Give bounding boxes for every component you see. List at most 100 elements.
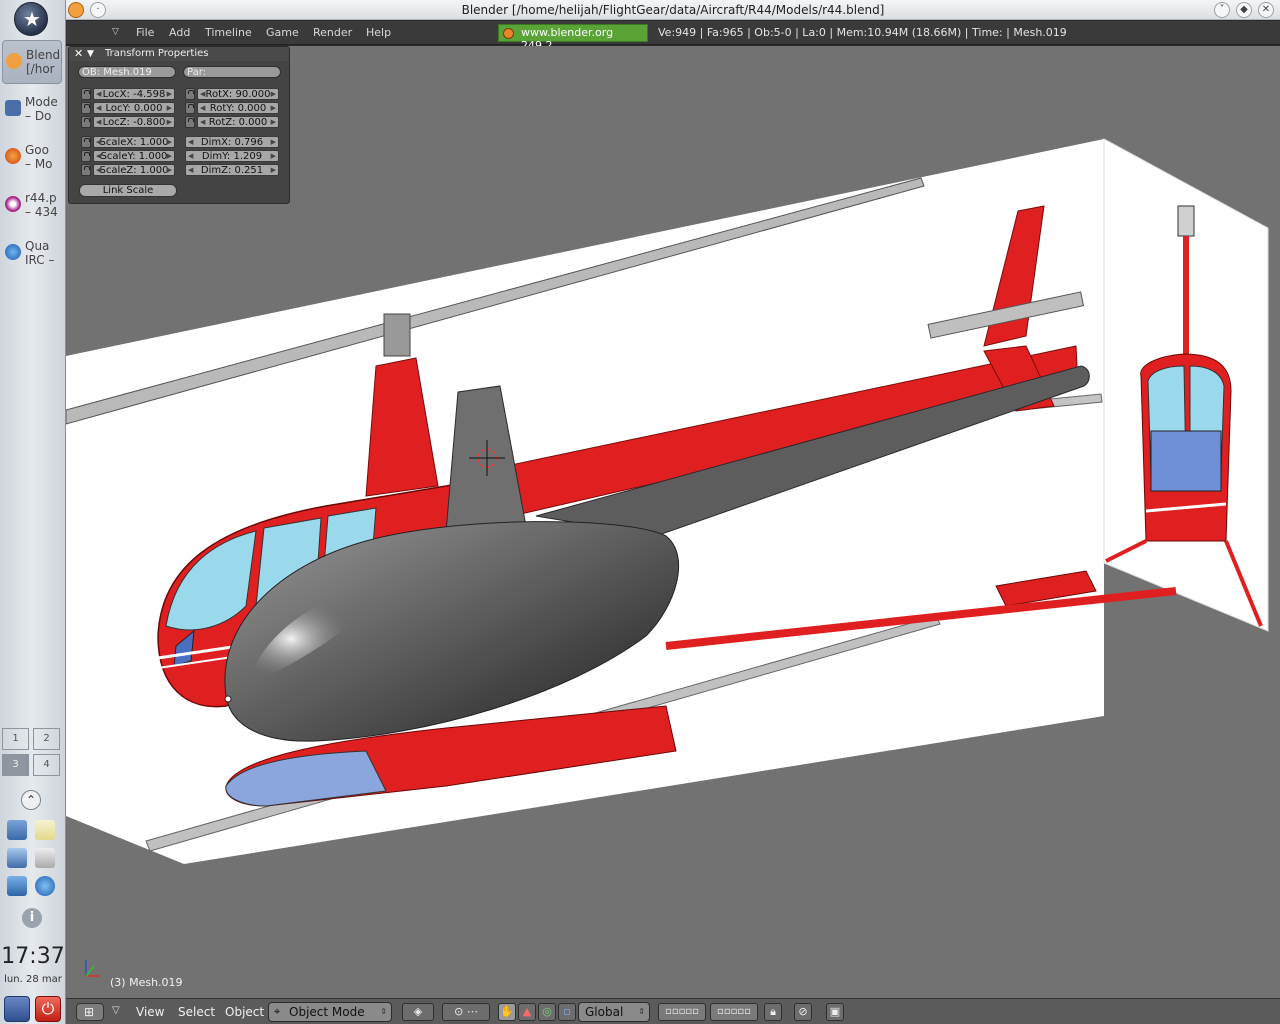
lock-icon[interactable] [81, 88, 91, 100]
mode-value: Object Mode [289, 1005, 365, 1019]
date: lun. 28 mar [4, 974, 62, 985]
task-panel: ★ Blend [/hor Mode – Do Goo – Mo r44.p –… [0, 0, 66, 1024]
menu-object[interactable]: Object [225, 1005, 264, 1019]
link-scale-button[interactable]: Link Scale [79, 184, 177, 197]
rotate-manipulator[interactable]: ◎ [538, 1003, 556, 1021]
header-collapse-icon[interactable]: ▽ [112, 27, 119, 37]
kde-menu-button[interactable]: ★ [14, 2, 48, 36]
layer-grid-icon: ▫▫▫▫▫ [717, 1006, 751, 1017]
menu-game[interactable]: Game [266, 26, 299, 39]
collapse-icon[interactable]: ▼ [87, 47, 94, 61]
desktop-2[interactable]: 2 [33, 728, 60, 750]
locz-field[interactable]: ◀ LocZ: -0.800 ▶ [93, 116, 175, 128]
locx-field[interactable]: ◀ LocX: -4.598 ▶ [93, 88, 175, 100]
manipulator-toggle[interactable]: ✋ [498, 1003, 516, 1021]
parent-field[interactable]: Par: [183, 66, 281, 78]
tray-expand-icon[interactable]: ⌃ [21, 790, 41, 810]
render-preview-button[interactable]: ▣ [826, 1003, 844, 1021]
menu-file[interactable]: File [136, 26, 154, 39]
desktop-1[interactable]: 1 [2, 728, 29, 750]
task-label: – 434 [25, 205, 58, 219]
task-blender[interactable]: Blend [/hor [2, 40, 62, 84]
roty-value: RotY: 0.000 [209, 103, 267, 114]
translate-manipulator[interactable]: ▲ [518, 1003, 536, 1021]
power-button[interactable]: ⏻ [35, 996, 61, 1022]
locy-field[interactable]: ◀ LocY: 0.000 ▶ [93, 102, 175, 114]
roty-field[interactable]: ◀ RotY: 0.000 ▶ [197, 102, 279, 114]
front-seats [1150, 430, 1222, 492]
lock-icon[interactable] [81, 102, 91, 114]
task-label: – Do [25, 109, 52, 123]
lock-screen-button[interactable] [4, 996, 30, 1022]
maximize-icon[interactable]: ◆ [1236, 2, 1252, 18]
rotx-field[interactable]: ◀ RotX: 90.000 ▶ [197, 88, 279, 100]
link-button[interactable]: ⊘ [794, 1003, 812, 1021]
document-icon [5, 100, 21, 116]
lock-icon[interactable] [185, 116, 195, 128]
lock-icon[interactable] [81, 150, 91, 162]
lock-icon[interactable] [81, 116, 91, 128]
task-quassel[interactable]: Qua IRC – [2, 232, 62, 276]
task-firefox[interactable]: Goo – Mo [2, 136, 62, 180]
desktop-4[interactable]: 4 [33, 754, 60, 776]
dimy-field[interactable]: ◀ DimY: 1.209 ▶ [185, 150, 279, 162]
link-icon: ⊘ [798, 1005, 808, 1018]
layers-row-2[interactable]: ▫▫▫▫▫ [710, 1003, 758, 1021]
minimize-icon[interactable]: ˅ [1214, 2, 1230, 18]
locz-value: LocZ: -0.800 [102, 117, 166, 128]
lock-icon[interactable] [185, 88, 195, 100]
menu-add[interactable]: Add [169, 26, 190, 39]
object-mode-icon: ⌖ [274, 1005, 281, 1018]
panel-header[interactable]: ✕ ▼ Transform Properties [69, 47, 289, 61]
scalex-field[interactable]: ◀ ScaleX: 1.000 ▶ [93, 136, 175, 148]
clipboard-icon[interactable] [35, 820, 55, 840]
close-icon[interactable]: ✕ [74, 47, 83, 61]
updown-icon: ⇕ [638, 1007, 645, 1016]
info-header: ▽ File Add Timeline Game Render Help www… [66, 21, 1280, 52]
scale-manipulator[interactable]: ▫ [558, 1003, 576, 1021]
desktop-3[interactable]: 3 [2, 754, 29, 776]
task-document[interactable]: Mode – Do [2, 88, 62, 132]
menu-help[interactable]: Help [366, 26, 391, 39]
menu-render[interactable]: Render [313, 26, 352, 39]
blender-version-badge[interactable]: www.blender.org 249.2 [498, 24, 648, 52]
menu-timeline[interactable]: Timeline [205, 26, 252, 39]
rotz-field[interactable]: ◀ RotZ: 0.000 ▶ [197, 116, 279, 128]
lock-icon[interactable] [81, 136, 91, 148]
eye-icon [5, 196, 21, 212]
orientation-select[interactable]: Global ⇕ [578, 1002, 650, 1022]
lock-icon[interactable] [81, 164, 91, 176]
window-titlebar[interactable]: · Blender [/home/helijah/FlightGear/data… [66, 0, 1280, 20]
volume-icon[interactable] [35, 848, 55, 868]
scaley-field[interactable]: ◀ ScaleY: 1.000 ▶ [93, 150, 175, 162]
layers-row-1[interactable]: ▫▫▫▫▫ [658, 1003, 706, 1021]
info-icon[interactable]: i [22, 908, 42, 928]
draw-type-select[interactable]: ◈ [402, 1003, 434, 1021]
task-label: [/hor [26, 62, 55, 76]
object-name-field[interactable]: OB: Mesh.019 [78, 66, 176, 78]
transform-properties-panel[interactable]: ✕ ▼ Transform Properties OB: Mesh.019 Pa… [68, 46, 290, 204]
dimz-field[interactable]: ◀ DimZ: 0.251 ▶ [185, 164, 279, 176]
header-collapse-icon[interactable]: ▽ [112, 1005, 120, 1016]
update-icon[interactable] [7, 876, 27, 896]
3d-viewport[interactable]: ✕ ▼ Transform Properties OB: Mesh.019 Pa… [66, 46, 1280, 998]
circle-icon: ◎ [542, 1005, 552, 1018]
task-label: Goo [25, 143, 49, 157]
scalez-value: ScaleZ: 1.000 [99, 165, 169, 176]
mode-select[interactable]: ⌖ Object Mode ⇕ [268, 1002, 392, 1022]
menu-view[interactable]: View [136, 1005, 164, 1019]
system-monitor-icon[interactable] [7, 820, 27, 840]
network-icon[interactable] [35, 876, 55, 896]
pivot-select[interactable]: ⊙ ⋯ [442, 1003, 490, 1021]
dimx-field[interactable]: ◀ DimX: 0.796 ▶ [185, 136, 279, 148]
pivot-icon: ⊙ ⋯ [454, 1005, 478, 1018]
scaley-value: ScaleY: 1.000 [100, 151, 168, 162]
close-icon[interactable]: ✕ [1258, 2, 1274, 18]
lock-icon[interactable] [185, 102, 195, 114]
task-image-viewer[interactable]: r44.p – 434 [2, 184, 62, 228]
display-icon[interactable] [7, 848, 27, 868]
menu-select[interactable]: Select [178, 1005, 215, 1019]
lock-layers-button[interactable]: 🔒︎ [764, 1003, 782, 1021]
scalez-field[interactable]: ◀ ScaleZ: 1.000 ▶ [93, 164, 175, 176]
editor-type-button[interactable]: ⊞ [76, 1003, 104, 1021]
